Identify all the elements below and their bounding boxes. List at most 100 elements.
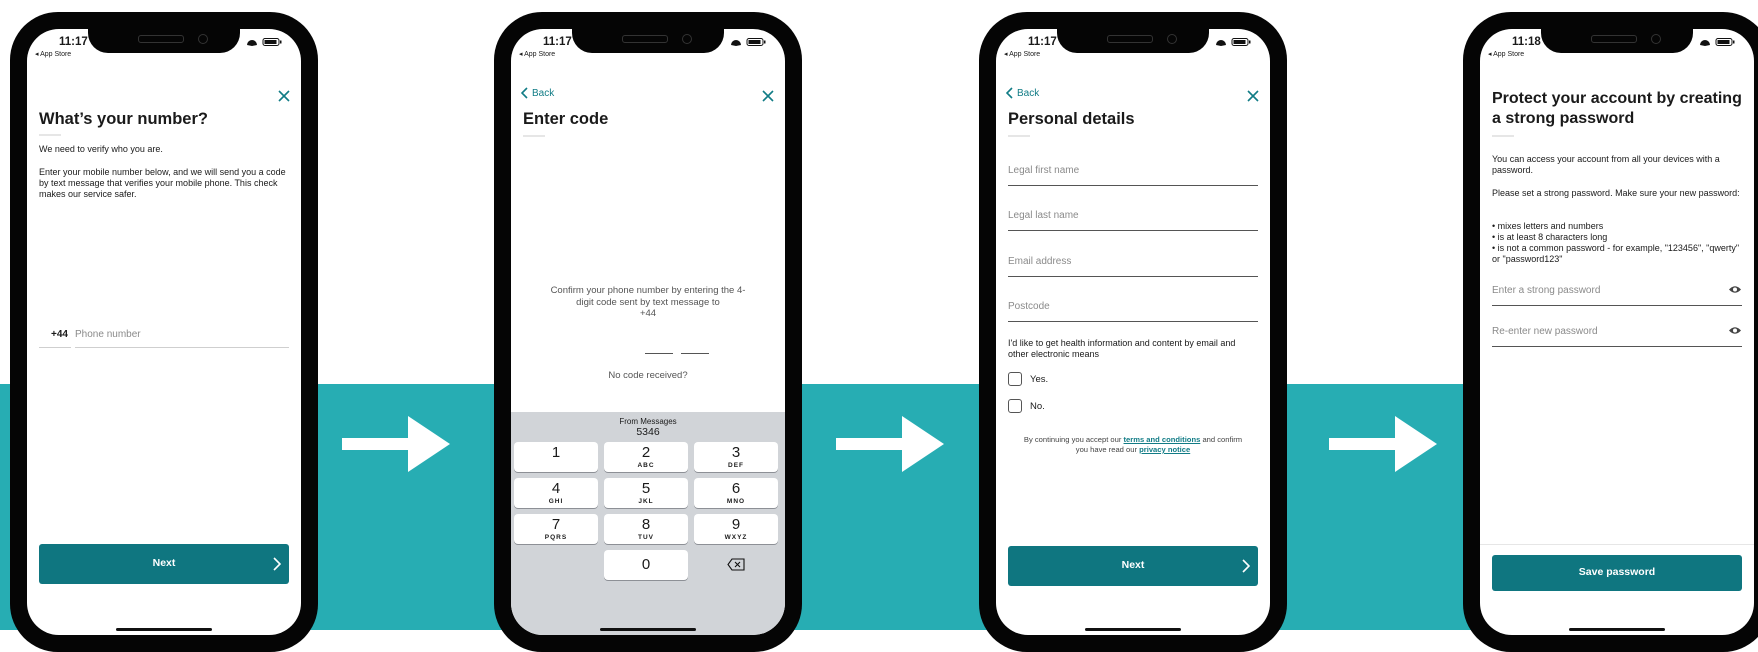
last-name-placeholder: Legal last name <box>1008 210 1079 221</box>
back-to-app-store-link[interactable]: ◂ App Store <box>1488 50 1524 58</box>
intro-text: You can access your account from all you… <box>1492 154 1720 175</box>
phone-mockup-phone-number: 11:17 ◂ App Store What’s your number? We… <box>10 12 318 652</box>
next-button[interactable]: Next <box>1008 546 1258 586</box>
repeat-password-input[interactable]: Re-enter new password <box>1492 322 1742 347</box>
code-input-digit-4[interactable] <box>681 353 709 355</box>
consent-question: I'd like to get health information and c… <box>1008 338 1236 359</box>
code-instructions: Confirm your phone number by entering th… <box>550 285 746 308</box>
delete-key-icon[interactable] <box>727 558 745 571</box>
consent-yes-option[interactable]: Yes. <box>1008 372 1048 386</box>
page-title: Enter code <box>523 110 609 128</box>
password-input[interactable]: Enter a strong password <box>1492 281 1742 306</box>
status-time: 11:17 <box>59 36 88 48</box>
back-to-app-store-link[interactable]: ◂ App Store <box>519 50 555 58</box>
email-field[interactable]: Email address <box>1008 252 1258 277</box>
chevron-right-icon <box>273 557 281 571</box>
arrow-right-icon <box>836 416 944 472</box>
close-icon[interactable] <box>277 89 291 103</box>
eye-icon[interactable] <box>1728 285 1742 294</box>
legal-notice: By continuing you accept our terms and c… <box>1022 435 1244 455</box>
country-code-label: +44 <box>51 329 68 340</box>
key-letters: DEF <box>728 462 744 469</box>
key-letters: TUV <box>638 534 654 541</box>
key-digit: 3 <box>731 444 741 461</box>
key-letters: MNO <box>726 498 746 505</box>
description-text: Enter your mobile number below, and we w… <box>39 167 286 199</box>
instruction-text: Please set a strong password. Make sure … <box>1492 188 1740 198</box>
key-letters: JKL <box>638 498 654 505</box>
key-8[interactable]: 8 TUV <box>604 514 688 544</box>
status-time: 11:18 <box>1512 36 1541 48</box>
country-code[interactable]: +44 <box>39 325 71 348</box>
repeat-password-placeholder: Re-enter new password <box>1492 326 1598 337</box>
first-name-field[interactable]: Legal first name <box>1008 161 1258 186</box>
numeric-keypad: From Messages 5346 1 2 ABC 3 DEF 4 GHI 5 JKL… <box>511 412 785 635</box>
privacy-link[interactable]: privacy notice <box>1139 445 1190 454</box>
title-divider <box>523 135 545 137</box>
checkbox[interactable] <box>1008 372 1022 386</box>
checkbox[interactable] <box>1008 399 1022 413</box>
key-digit: 7 <box>551 516 561 533</box>
legal-prefix: By continuing you accept our <box>1023 435 1122 444</box>
chevron-right-icon <box>1242 559 1250 573</box>
phone-number-input[interactable]: Phone number <box>75 325 289 348</box>
screen-personal-details: 11:17 ◂ App Store Back Personal details … <box>996 29 1270 635</box>
arrow-right-icon <box>1329 416 1437 472</box>
back-to-app-store-link[interactable]: ◂ App Store <box>35 50 71 58</box>
last-name-field[interactable]: Legal last name <box>1008 206 1258 231</box>
title-divider <box>1008 135 1030 137</box>
key-digit: 9 <box>731 516 741 533</box>
key-6[interactable]: 6 MNO <box>694 478 778 508</box>
key-0[interactable]: 0 <box>604 550 688 580</box>
close-icon[interactable] <box>1246 89 1260 103</box>
back-to-app-store-link[interactable]: ◂ App Store <box>1004 50 1040 58</box>
key-7[interactable]: 7 PQRS <box>514 514 598 544</box>
key-3[interactable]: 3 DEF <box>694 442 778 472</box>
back-button[interactable]: Back <box>1006 86 1039 100</box>
page-title: What’s your number? <box>39 110 208 128</box>
key-letters: GHI <box>548 498 564 505</box>
key-4[interactable]: 4 GHI <box>514 478 598 508</box>
key-1[interactable]: 1 <box>514 442 598 472</box>
key-digit: 6 <box>731 480 741 497</box>
screen-phone-number: 11:17 ◂ App Store What’s your number? We… <box>27 29 301 635</box>
key-digit: 1 <box>551 444 561 461</box>
password-rule: • is not a common password - for example… <box>1492 243 1740 264</box>
no-code-link[interactable]: No code received? <box>511 370 785 381</box>
phone-mockup-password: 11:18 ◂ App Store Protect your account b… <box>1463 12 1758 652</box>
code-input-digit-3[interactable] <box>645 353 673 355</box>
key-9[interactable]: 9 WXYZ <box>694 514 778 544</box>
next-button-label: Next <box>1121 559 1145 571</box>
save-password-button[interactable]: Save password <box>1492 555 1742 591</box>
phone-notch <box>88 29 240 53</box>
postcode-field[interactable]: Postcode <box>1008 297 1258 322</box>
back-label: Back <box>532 87 555 99</box>
phone-notch <box>572 29 724 53</box>
phone-notch <box>1541 29 1693 53</box>
signal-wifi-battery-icon <box>1700 38 1735 46</box>
back-button[interactable]: Back <box>521 86 554 100</box>
email-placeholder: Email address <box>1008 256 1072 267</box>
suggestion-source: From Messages <box>619 417 677 426</box>
consent-no-option[interactable]: No. <box>1008 399 1045 413</box>
key-letters: ABC <box>637 462 655 469</box>
key-5[interactable]: 5 JKL <box>604 478 688 508</box>
autofill-suggestion[interactable]: From Messages 5346 <box>531 415 765 439</box>
screen-enter-code: 11:17 ◂ App Store Back Enter code Confir… <box>511 29 785 635</box>
phone-notch <box>1057 29 1209 53</box>
close-icon[interactable] <box>761 89 775 103</box>
footer-divider <box>1480 544 1754 545</box>
suggestion-code: 5346 <box>636 426 660 438</box>
next-button[interactable]: Next <box>39 544 289 584</box>
key-2[interactable]: 2 ABC <box>604 442 688 472</box>
back-label: Back <box>1017 87 1040 99</box>
page-title: Protect your account by creating a stron… <box>1492 90 1742 127</box>
password-rule: • mixes letters and numbers <box>1492 221 1604 231</box>
terms-link[interactable]: terms and conditions <box>1124 435 1201 444</box>
eye-icon[interactable] <box>1728 326 1742 335</box>
option-yes-label: Yes. <box>1030 373 1049 385</box>
chevron-left-icon <box>1006 87 1013 99</box>
key-digit: 5 <box>641 480 651 497</box>
phone-prefix: +44 <box>639 308 657 319</box>
key-digit: 8 <box>641 516 651 533</box>
